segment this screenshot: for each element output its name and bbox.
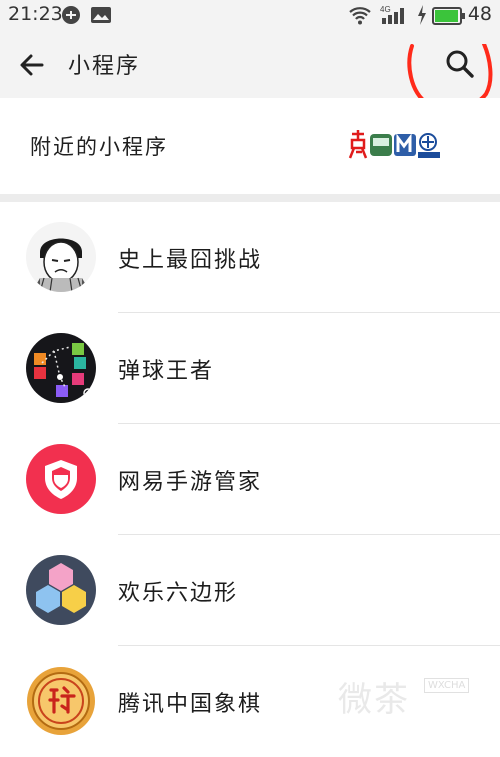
watermark-text: 微茶 bbox=[338, 680, 410, 720]
item-name: 腾讯中国象棋 bbox=[118, 692, 263, 717]
item-name: 史上最囧挑战 bbox=[118, 248, 263, 273]
section-divider bbox=[0, 194, 500, 202]
image-icon bbox=[90, 4, 112, 30]
wifi-icon bbox=[348, 4, 372, 30]
search-icon bbox=[446, 50, 474, 78]
list-item[interactable]: 弹球王者 bbox=[0, 313, 500, 424]
chess-piece-icon bbox=[26, 666, 96, 736]
nearby-label: 附近的小程序 bbox=[30, 135, 168, 159]
hexagon-icon bbox=[26, 555, 96, 625]
back-button[interactable] bbox=[16, 49, 48, 81]
battery-icon bbox=[432, 6, 466, 30]
notification-icon bbox=[60, 4, 82, 30]
search-button[interactable] bbox=[442, 46, 478, 82]
page-title: 小程序 bbox=[68, 54, 141, 79]
signal-icon: 4G bbox=[380, 4, 410, 30]
ball-game-icon bbox=[26, 333, 96, 403]
watermark: 微茶 WXCHA bbox=[338, 668, 488, 720]
battery-level: 48 bbox=[467, 3, 492, 25]
nearby-mini-programs-row[interactable]: 附近的小程序 bbox=[0, 98, 500, 194]
back-arrow-icon bbox=[20, 54, 44, 76]
status-bar: 21:23 4G 48 bbox=[0, 0, 500, 32]
watermark-sub: WXCHA bbox=[424, 678, 470, 693]
list-item[interactable]: 网易手游管家 bbox=[0, 424, 500, 535]
item-name: 网易手游管家 bbox=[118, 470, 263, 495]
list-item[interactable]: 史上最囧挑战 bbox=[0, 202, 500, 313]
meme-face-icon bbox=[26, 222, 96, 292]
item-name: 欢乐六边形 bbox=[118, 581, 239, 606]
network-label: 4G bbox=[380, 5, 391, 14]
shield-icon bbox=[26, 444, 96, 514]
nearby-logos-icon bbox=[348, 130, 440, 159]
status-time: 21:23 bbox=[8, 3, 63, 25]
app-header: 小程序 bbox=[0, 32, 500, 98]
charging-icon bbox=[416, 4, 428, 30]
list-item[interactable]: 欢乐六边形 bbox=[0, 535, 500, 646]
item-name: 弹球王者 bbox=[118, 359, 215, 384]
